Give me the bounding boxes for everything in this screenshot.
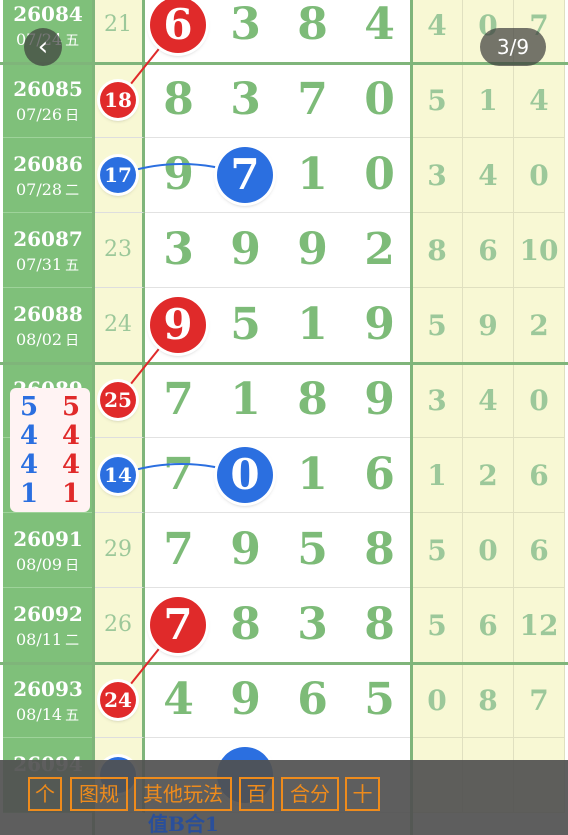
popup-right-value: 4 [62, 421, 81, 451]
red-ball: 18 [100, 82, 136, 118]
popup-left-value: 1 [20, 479, 39, 509]
tab-tugui[interactable]: 图规 [70, 777, 128, 811]
digit-popup: 55 44 44 11 [10, 388, 90, 512]
popup-right-value: 4 [62, 450, 81, 480]
red-ball: 24 [100, 682, 136, 718]
red-ball: 25 [100, 382, 136, 418]
popup-left-value: 5 [20, 392, 39, 422]
red-ball: 9 [150, 297, 206, 353]
red-ball: 7 [150, 597, 206, 653]
blue-ball: 0 [217, 447, 273, 503]
footer-label: 值B合1 [148, 812, 219, 835]
chevron-left-icon: ‹ [37, 32, 49, 62]
blue-ball: 7 [217, 147, 273, 203]
tab-shi[interactable]: 十 [345, 777, 380, 811]
chart-area[interactable]: 2608407/24五2163844072608507/26日188370514… [0, 0, 568, 835]
tab-hefen[interactable]: 合分 [281, 777, 339, 811]
popup-left-value: 4 [20, 450, 39, 480]
tab-ge[interactable]: 个 [28, 777, 62, 811]
tab-other-plays[interactable]: 其他玩法 [134, 777, 232, 811]
bottom-toolbar: 个 图规 其他玩法 百 合分 十 [0, 760, 568, 835]
popup-right-value: 1 [62, 479, 81, 509]
back-button[interactable]: ‹ [24, 28, 62, 66]
popup-right-value: 5 [62, 392, 81, 422]
page-indicator: 3/9 [480, 28, 546, 66]
tab-bai[interactable]: 百 [239, 777, 274, 811]
blue-ball: 14 [100, 457, 136, 493]
popup-left-value: 4 [20, 421, 39, 451]
blue-ball: 17 [100, 157, 136, 193]
